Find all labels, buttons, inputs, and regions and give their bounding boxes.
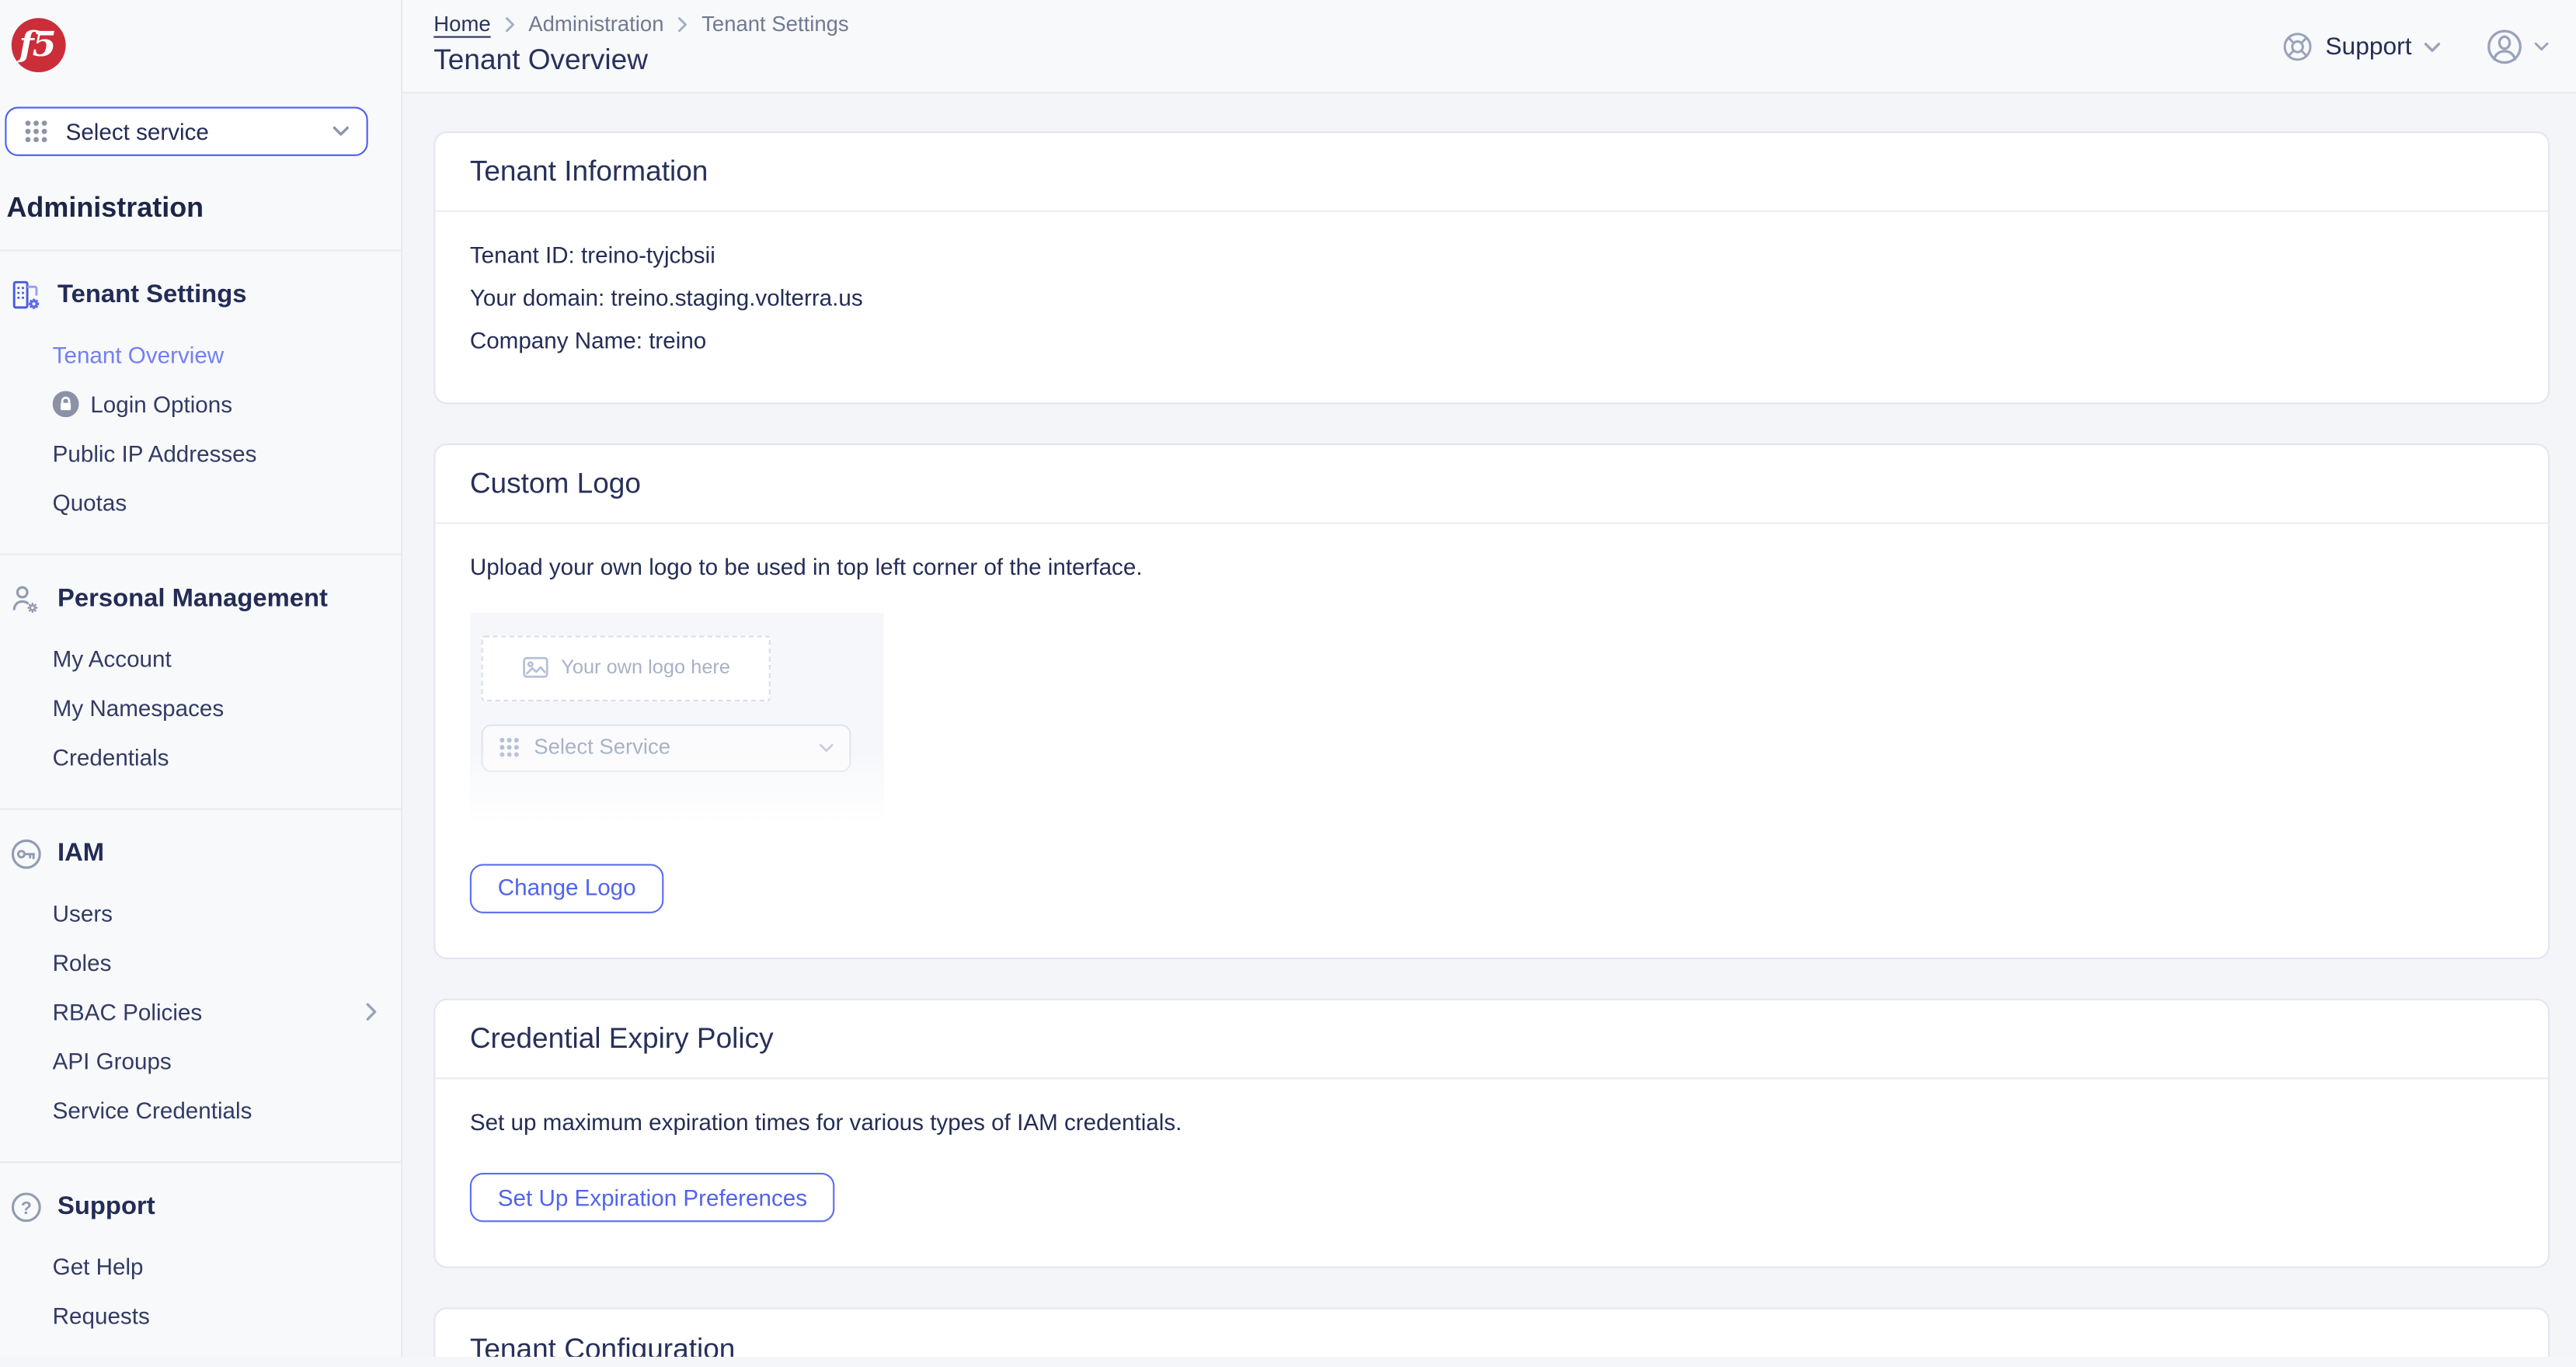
- breadcrumb: Home Administration Tenant Settings: [433, 12, 848, 37]
- support-menu-label: Support: [2325, 33, 2411, 61]
- f5-logo-text: f5: [19, 26, 55, 60]
- logo-upload-description: Upload your own logo to be used in top l…: [470, 551, 2514, 584]
- grid-icon: [23, 118, 50, 144]
- setup-expiration-preferences-button[interactable]: Set Up Expiration Preferences: [470, 1174, 835, 1223]
- page-header: Home Administration Tenant Settings Tena…: [402, 0, 2576, 94]
- page-title: Tenant Overview: [433, 43, 648, 77]
- breadcrumb-separator-icon: [677, 16, 688, 33]
- person-gear-icon: [10, 583, 43, 616]
- section-title-support: Support: [57, 1192, 155, 1222]
- sidebar-item-my-namespaces[interactable]: My Namespaces: [0, 684, 401, 732]
- sidebar-section-personal-management: Personal Management My Account My Namesp…: [0, 555, 401, 809]
- chevron-down-icon: [2533, 41, 2550, 53]
- svg-text:?: ?: [21, 1198, 32, 1218]
- sidebar-item-quotas[interactable]: Quotas: [0, 478, 401, 527]
- chevron-down-icon: [2423, 40, 2441, 54]
- preview-select-service-label: Select Service: [534, 732, 670, 763]
- header-actions: Support: [2282, 0, 2550, 94]
- card-tenant-configuration: Tenant Configuration: [433, 1308, 2550, 1357]
- sidebar: f5 Select service Administration: [0, 0, 402, 1357]
- sidebar-item-api-groups[interactable]: API Groups: [0, 1036, 401, 1085]
- card-title-tenant-configuration: Tenant Configuration: [470, 1332, 736, 1357]
- chevron-down-icon: [818, 742, 834, 753]
- sidebar-item-login-options[interactable]: Login Options: [0, 380, 401, 429]
- section-title-personal-management: Personal Management: [57, 585, 328, 614]
- logo-placeholder-label: Your own logo here: [561, 654, 730, 682]
- tenant-domain-line: Your domain: treino.staging.volterra.us: [470, 282, 2514, 315]
- section-title-tenant-settings: Tenant Settings: [57, 281, 246, 311]
- card-title-tenant-information: Tenant Information: [470, 155, 708, 189]
- card-tenant-information: Tenant Information Tenant ID: treino-tyj…: [433, 131, 2550, 403]
- key-icon: [10, 838, 43, 871]
- sidebar-nav: Tenant Settings Tenant Overview: [0, 249, 401, 1366]
- sidebar-item-users[interactable]: Users: [0, 889, 401, 937]
- sidebar-item-public-ip-addresses[interactable]: Public IP Addresses: [0, 429, 401, 478]
- sidebar-item-my-account[interactable]: My Account: [0, 634, 401, 683]
- preview-select-service: Select Service: [482, 724, 851, 771]
- logo-preview: Your own logo here Select Service: [470, 612, 884, 824]
- account-menu[interactable]: [2484, 26, 2550, 68]
- avatar-icon: [2484, 26, 2526, 68]
- credential-expiry-description: Set up maximum expiration times for vari…: [470, 1106, 2514, 1139]
- chevron-down-icon: [332, 125, 350, 138]
- sidebar-item-tenant-overview[interactable]: Tenant Overview: [0, 330, 401, 379]
- breadcrumb-item-administration: Administration: [528, 12, 663, 37]
- tenant-id-line: Tenant ID: treino-tyjcbsii: [470, 240, 2514, 273]
- breadcrumb-home-link[interactable]: Home: [433, 12, 490, 37]
- sidebar-item-roles[interactable]: Roles: [0, 938, 401, 987]
- card-title-custom-logo: Custom Logo: [470, 466, 641, 500]
- chevron-right-icon: [364, 1002, 378, 1021]
- section-title-iam: IAM: [57, 840, 104, 869]
- company-name-line: Company Name: treino: [470, 325, 2514, 357]
- change-logo-button[interactable]: Change Logo: [470, 863, 664, 912]
- sidebar-item-requests[interactable]: Requests: [0, 1291, 401, 1340]
- sidebar-section-tenant-settings: Tenant Settings Tenant Overview: [0, 252, 401, 554]
- question-icon: ?: [10, 1191, 43, 1223]
- building-gear-icon: [10, 280, 43, 312]
- sidebar-item-get-help[interactable]: Get Help: [0, 1242, 401, 1291]
- card-title-credential-expiry-policy: Credential Expiry Policy: [470, 1021, 774, 1055]
- select-service-label: Select service: [66, 118, 209, 144]
- select-service-dropdown[interactable]: Select service: [5, 106, 367, 155]
- lifebuoy-icon: [2282, 31, 2313, 62]
- sidebar-section-iam: IAM Users Roles RBAC Policies: [0, 810, 401, 1162]
- sidebar-item-rbac-policies[interactable]: RBAC Policies: [0, 987, 401, 1036]
- logo-placeholder: Your own logo here: [482, 635, 771, 701]
- sidebar-heading: Administration: [6, 192, 204, 224]
- grid-icon: [498, 736, 521, 759]
- card-credential-expiry-policy: Credential Expiry Policy Set up maximum …: [433, 998, 2550, 1269]
- breadcrumb-separator-icon: [504, 16, 516, 33]
- app-root: f5 Select service Administration: [0, 0, 2576, 1357]
- sidebar-section-support: ? Support Get Help Requests: [0, 1163, 401, 1366]
- sidebar-item-credentials[interactable]: Credentials: [0, 732, 401, 781]
- lock-icon: [53, 391, 79, 417]
- breadcrumb-item-tenant-settings: Tenant Settings: [701, 12, 849, 37]
- main-content: Tenant Information Tenant ID: treino-tyj…: [402, 94, 2576, 1357]
- image-placeholder-icon: [521, 656, 548, 680]
- support-menu[interactable]: Support: [2282, 31, 2441, 62]
- f5-logo: f5: [12, 18, 66, 72]
- sidebar-item-service-credentials[interactable]: Service Credentials: [0, 1086, 401, 1135]
- card-custom-logo: Custom Logo Upload your own logo to be u…: [433, 443, 2550, 958]
